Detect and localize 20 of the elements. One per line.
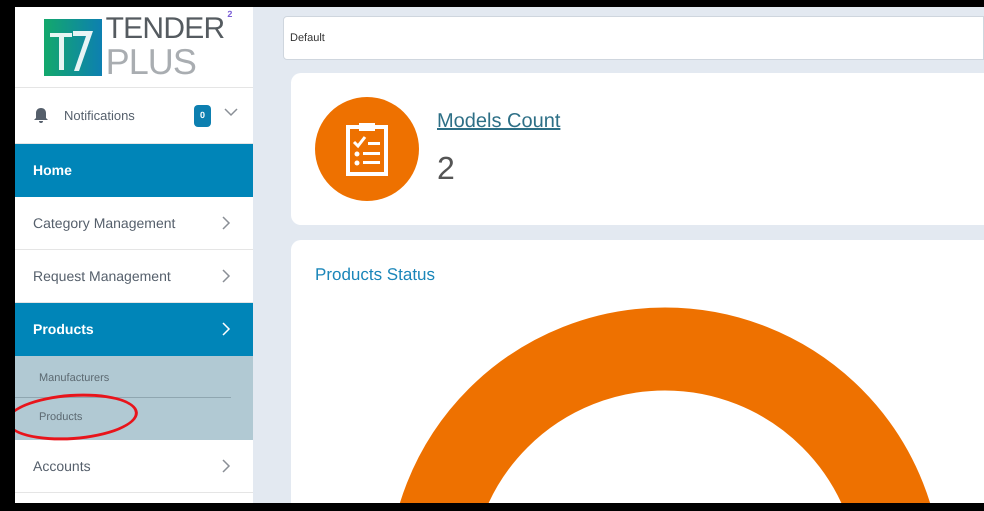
- logo-superscript: 2: [227, 10, 232, 19]
- bell-icon: [33, 107, 49, 124]
- chevron-icon: [221, 321, 231, 337]
- status-title: Products Status: [315, 264, 436, 286]
- logo-icon: [44, 18, 102, 76]
- notification-count: 0: [194, 104, 211, 126]
- notifications-label: Notifications: [64, 106, 136, 125]
- notifications-toggle[interactable]: [223, 106, 239, 116]
- models-count-value: 2: [437, 149, 456, 188]
- models-count-link[interactable]: Models Count: [437, 106, 560, 136]
- submenu-item[interactable]: Manufacturers: [15, 360, 231, 398]
- logo-text: PLUS: [106, 44, 198, 80]
- logo-text: TENDER: [106, 14, 224, 44]
- chevron-icon: [221, 268, 231, 284]
- chevron-icon: [221, 458, 231, 474]
- chevron-icon: [221, 215, 231, 231]
- sidebar-item[interactable]: Home: [15, 144, 253, 197]
- filter-select[interactable]: Default: [283, 16, 984, 60]
- sidebar-item[interactable]: Products: [15, 303, 253, 356]
- submenu-item[interactable]: Products: [15, 398, 231, 436]
